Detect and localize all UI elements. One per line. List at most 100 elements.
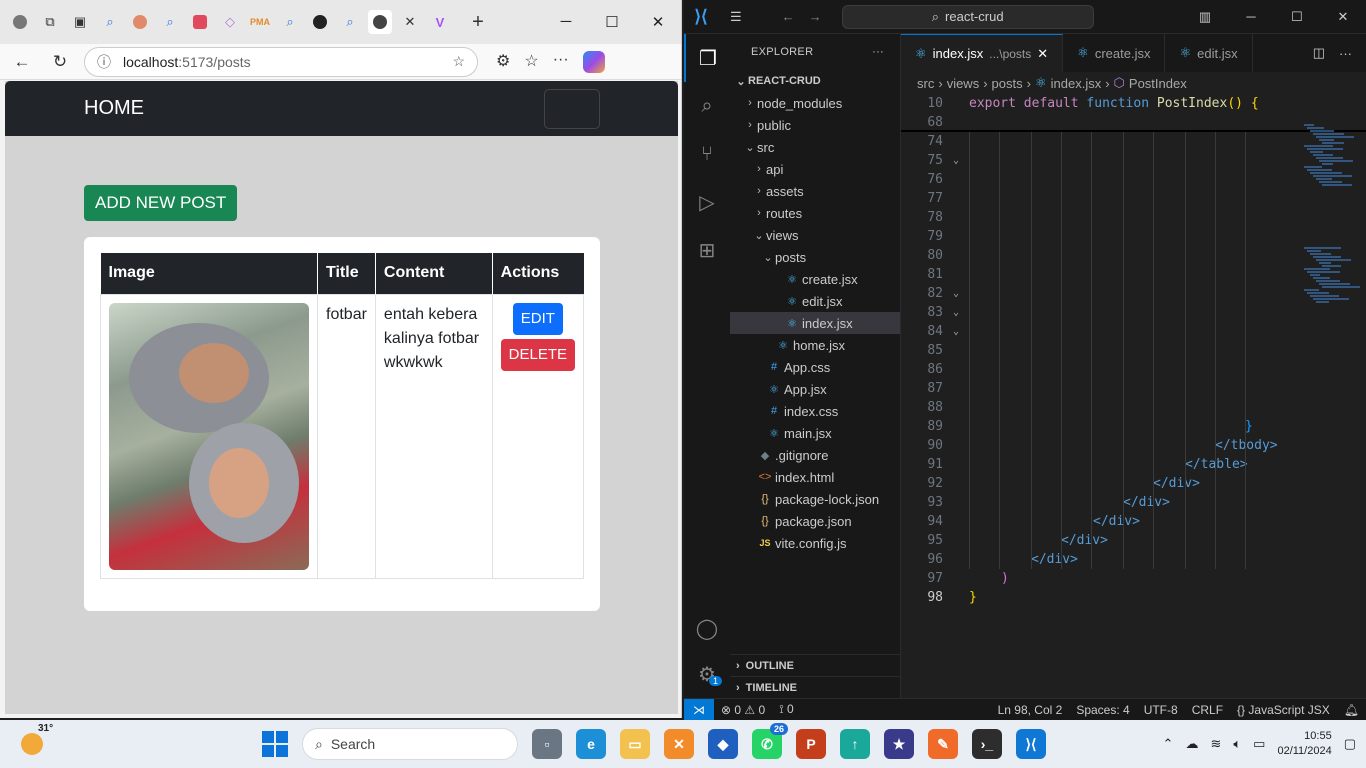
tab-diamond[interactable]: ◇ (218, 10, 242, 34)
tree-item[interactable]: ⌄ src (730, 136, 900, 158)
cursor-position[interactable]: Ln 98, Col 2 (991, 703, 1070, 717)
tray-chevron-icon[interactable]: ⌃ (1163, 736, 1174, 752)
tree-item[interactable]: ⌄ views (730, 224, 900, 246)
upload-app-icon[interactable]: ↑ (840, 729, 870, 759)
more-icon[interactable]: ··· (553, 51, 569, 73)
weather-widget[interactable]: 31° (8, 723, 56, 755)
code-line[interactable]: 78 (901, 208, 1366, 227)
tree-item[interactable]: # App.css (730, 356, 900, 378)
minimize-button[interactable]: ─ (1228, 9, 1274, 25)
tab-index-jsx[interactable]: ⚛ index.jsx ...\posts ✕ (901, 34, 1064, 72)
edit-button[interactable]: EDIT (512, 302, 563, 335)
split-editor-icon[interactable]: ◫ (1313, 45, 1325, 61)
delete-button[interactable]: DELETE (500, 338, 575, 371)
code-line[interactable]: 93 </div> (901, 493, 1366, 512)
code-line[interactable]: 83 ⌄ (901, 303, 1366, 322)
close-button[interactable]: ✕ (1320, 9, 1366, 25)
postman-icon[interactable]: ✎ (928, 729, 958, 759)
tree-item[interactable]: › assets (730, 180, 900, 202)
tree-item[interactable]: ⚛ index.jsx (730, 312, 900, 334)
navbar-brand-home[interactable]: HOME (84, 97, 144, 120)
nav-forward-icon[interactable]: → (809, 9, 822, 24)
crumb-file[interactable]: index.jsx (1051, 76, 1102, 91)
tree-item[interactable]: ⚛ home.jsx (730, 334, 900, 356)
tree-item[interactable]: JS vite.config.js (730, 532, 900, 554)
tree-item[interactable]: # index.css (730, 400, 900, 422)
favorite-star-icon[interactable]: ☆ (452, 53, 465, 70)
powerpoint-icon[interactable]: P (796, 729, 826, 759)
tab-youtube[interactable] (188, 10, 212, 34)
explorer-more-button[interactable]: ··· (872, 46, 884, 58)
source-control-icon[interactable]: ⑂ (684, 130, 730, 178)
workspaces-icon[interactable]: ⧉ (38, 10, 62, 34)
fold-chevron-icon[interactable]: ⌄ (943, 307, 969, 318)
tab-phpmyadmin[interactable]: PMA (248, 10, 272, 34)
battery-icon[interactable]: ▭ (1253, 736, 1265, 752)
onedrive-icon[interactable]: ☁ (1185, 736, 1198, 752)
timeline-section[interactable]: › TIMELINE (730, 676, 901, 698)
add-new-post-button[interactable]: ADD NEW POST (84, 185, 238, 221)
tree-item[interactable]: ⚛ create.jsx (730, 268, 900, 290)
task-view-icon[interactable]: ▫ (532, 729, 562, 759)
outline-section[interactable]: › OUTLINE (730, 654, 901, 676)
back-icon[interactable]: ← (8, 52, 36, 72)
maximize-button[interactable]: ☐ (1274, 9, 1320, 25)
terminal-icon[interactable]: ›_ (972, 729, 1002, 759)
whatsapp-icon[interactable]: ✆ 26 (752, 723, 788, 759)
command-center-search[interactable]: ⌕ react-crud (841, 4, 1094, 29)
wifi-icon[interactable]: ≋ (1210, 736, 1221, 752)
copilot-icon[interactable] (582, 50, 605, 73)
favorites-icon[interactable]: ☆ (524, 51, 538, 73)
tab-close-icon[interactable]: ✕ (398, 10, 422, 34)
taskbar-search[interactable]: ⌕ Search (302, 728, 518, 760)
code-line[interactable]: 94 </div> (901, 512, 1366, 531)
code-line[interactable]: 84 ⌄ (901, 322, 1366, 341)
close-button[interactable]: ✕ (635, 13, 681, 31)
tab-close-icon[interactable]: ✕ (1037, 46, 1048, 62)
navbar-toggler[interactable] (544, 88, 600, 129)
extensions-icon[interactable]: ⊞ (684, 226, 730, 274)
tab-search-4[interactable]: ⌕ (338, 10, 362, 34)
vscode-taskbar-icon[interactable]: ⟩⟨ (1016, 729, 1046, 759)
indentation[interactable]: Spaces: 4 (1069, 703, 1136, 717)
tab-actions-icon[interactable]: ▣ (68, 10, 92, 34)
minimize-button[interactable]: ─ (543, 13, 589, 31)
crumb-symbol[interactable]: PostIndex (1129, 76, 1187, 91)
nav-back-icon[interactable]: ← (782, 9, 795, 24)
maximize-button[interactable]: ☐ (589, 13, 635, 31)
tab-search-2[interactable]: ⌕ (158, 10, 182, 34)
xampp-icon[interactable]: ✕ (664, 729, 694, 759)
code-line[interactable]: 86 (901, 360, 1366, 379)
menu-icon[interactable]: ☰ (730, 9, 742, 25)
code-line[interactable]: 80 (901, 246, 1366, 265)
star-app-icon[interactable]: ★ (884, 729, 914, 759)
tree-item[interactable]: ⚛ App.jsx (730, 378, 900, 400)
tab-create-jsx[interactable]: ⚛ create.jsx (1063, 34, 1166, 72)
search-icon[interactable]: ⌕ (684, 82, 730, 130)
crumb-src[interactable]: src (917, 76, 934, 91)
fold-chevron-icon[interactable]: ⌄ (943, 288, 969, 299)
crumb-posts[interactable]: posts (992, 76, 1023, 91)
tree-item[interactable]: › node_modules (730, 92, 900, 114)
fold-chevron-icon[interactable]: ⌄ (943, 326, 969, 337)
extensions-icon[interactable]: ⚙ (496, 51, 510, 73)
ports-indicator[interactable]: ⟟ 0 (772, 702, 801, 717)
tree-item[interactable]: {} package.json (730, 510, 900, 532)
code-line[interactable]: 74 (901, 132, 1366, 151)
tab-chat[interactable] (128, 10, 152, 34)
code-line[interactable]: 79 (901, 227, 1366, 246)
tree-item[interactable]: › public (730, 114, 900, 136)
line-ending[interactable]: CRLF (1185, 703, 1230, 717)
tree-item[interactable]: ⚛ edit.jsx (730, 290, 900, 312)
account-icon[interactable]: ◯ (684, 604, 730, 652)
code-line[interactable]: 81 (901, 265, 1366, 284)
encoding[interactable]: UTF-8 (1137, 703, 1185, 717)
address-bar[interactable]: ⓘ localhost:5173/posts ☆ (84, 46, 478, 77)
profile-avatar[interactable] (8, 10, 32, 34)
tree-item[interactable]: ⚛ main.jsx (730, 422, 900, 444)
code-line[interactable]: 95 </div> (901, 531, 1366, 550)
file-explorer-icon[interactable]: ▭ (620, 729, 650, 759)
code-line[interactable]: 92 </div> (901, 474, 1366, 493)
defender-icon[interactable]: ◆ (708, 729, 738, 759)
code-line[interactable]: 98} (901, 588, 1366, 607)
